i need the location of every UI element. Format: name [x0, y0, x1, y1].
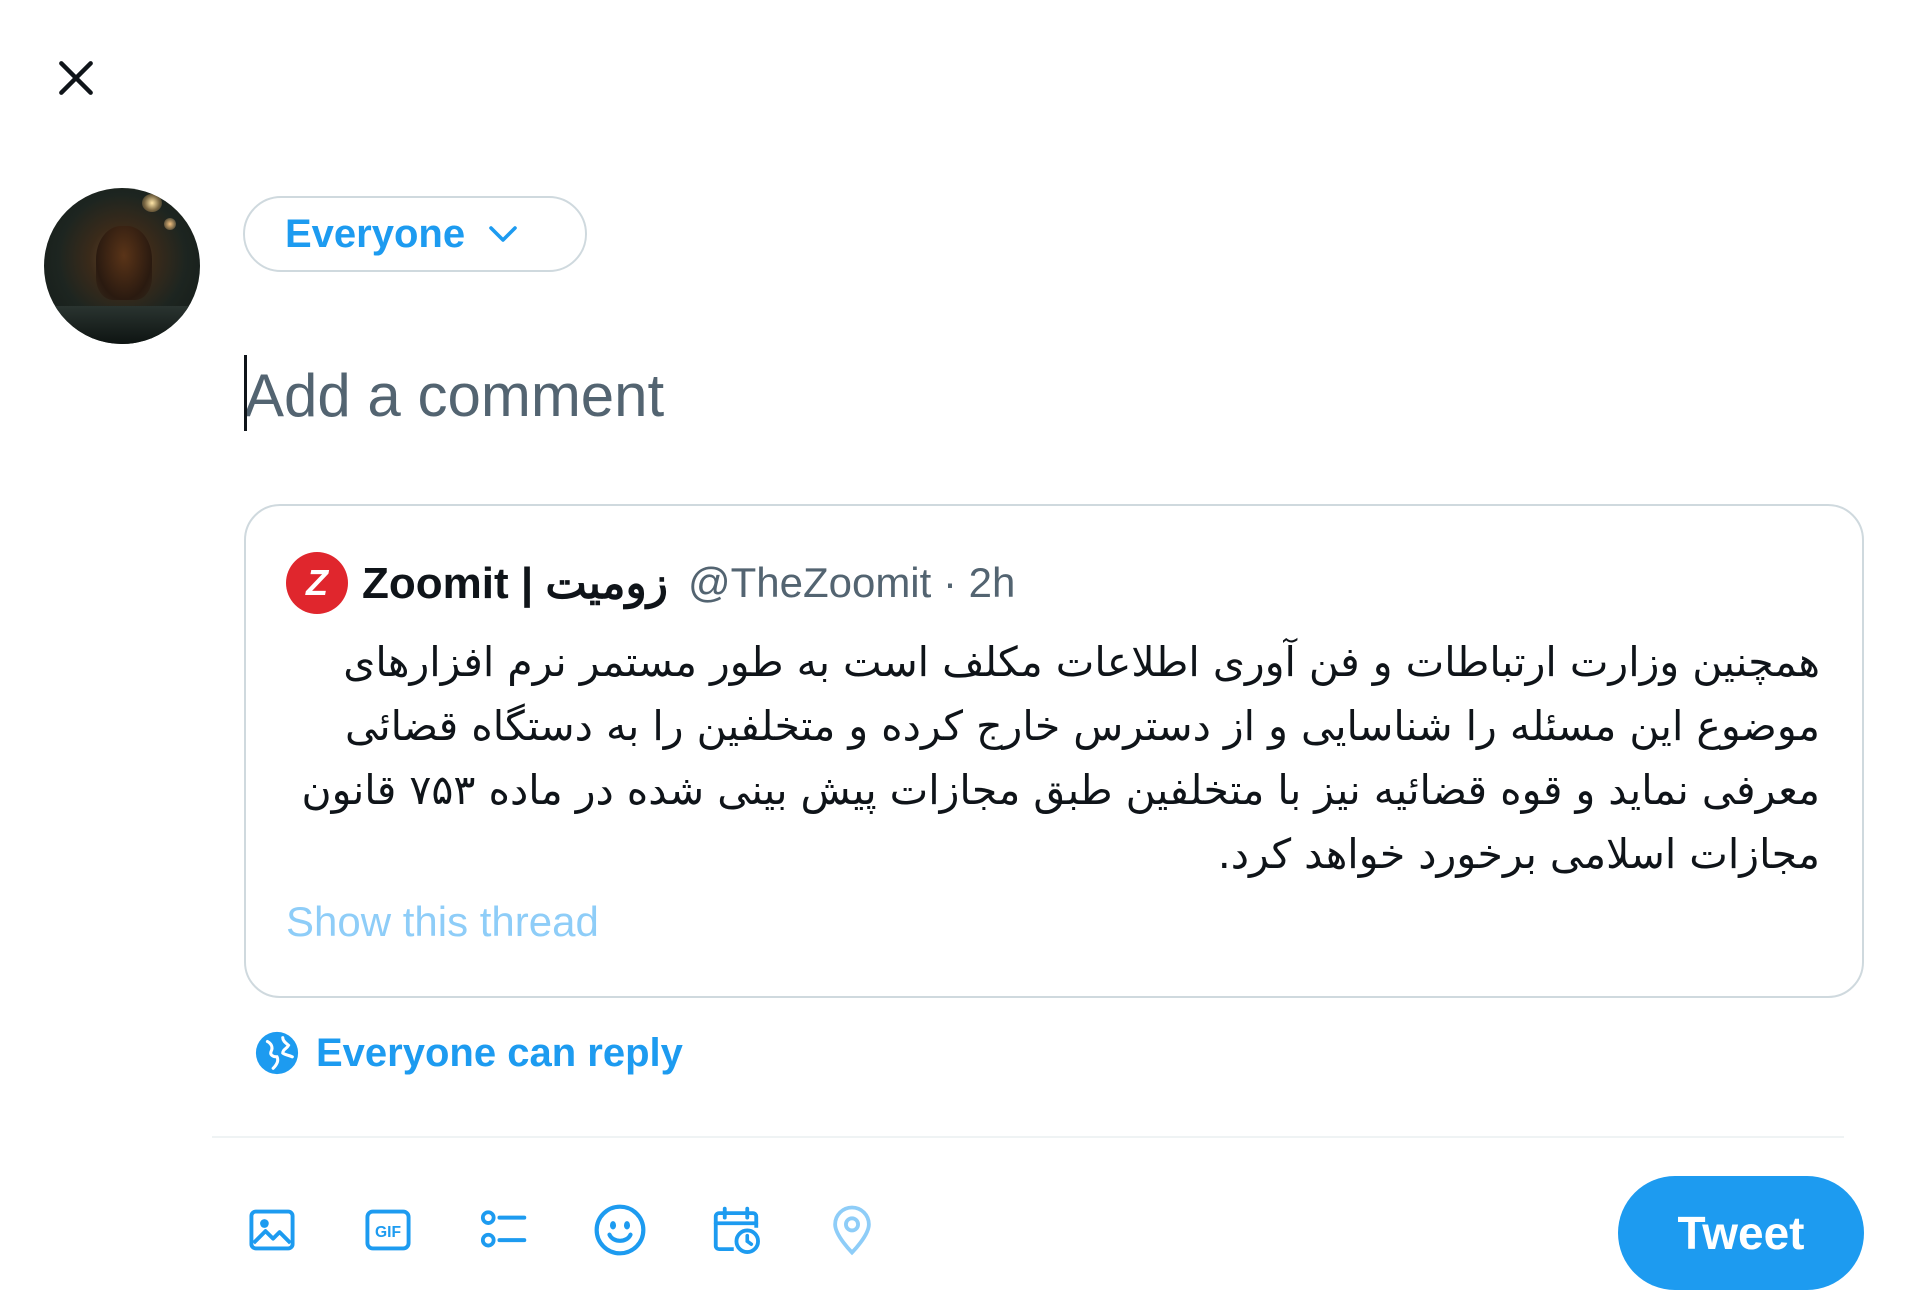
reply-setting-button[interactable]: Everyone can reply — [254, 1030, 683, 1076]
globe-icon — [255, 1031, 299, 1075]
poll-button[interactable] — [476, 1202, 532, 1258]
divider — [212, 1136, 1844, 1138]
zoomit-logo: Z — [286, 552, 348, 614]
location-icon — [833, 1205, 871, 1256]
composer-toolbar: GIF — [244, 1202, 880, 1258]
close-icon — [59, 61, 93, 95]
audience-button[interactable]: Everyone — [243, 196, 587, 272]
quoted-tweet-header: Z Zoomit | زومیت @TheZoomit · 2h — [286, 548, 1015, 618]
quoted-tweet-text: همچنین وزارت ارتباطات و فن آوری اطلاعات … — [301, 638, 1820, 878]
quoted-tweet[interactable]: Z Zoomit | زومیت @TheZoomit · 2h همچنین … — [244, 504, 1864, 998]
media-button[interactable] — [244, 1202, 300, 1258]
audience-label: Everyone — [285, 211, 466, 256]
location-button[interactable] — [824, 1202, 880, 1258]
poll-icon — [480, 1210, 527, 1248]
gif-icon: GIF — [365, 1209, 411, 1251]
schedule-icon — [713, 1206, 760, 1254]
emoji-icon — [594, 1204, 646, 1256]
close-button[interactable] — [44, 46, 108, 110]
quoted-author-handle-time: @TheZoomit · 2h — [687, 559, 1016, 606]
tweet-button[interactable]: Tweet — [1618, 1176, 1864, 1290]
quoted-author-name: Zoomit | زومیت — [362, 558, 668, 608]
svg-text:GIF: GIF — [375, 1224, 401, 1241]
image-icon — [249, 1209, 295, 1251]
text-caret — [244, 355, 247, 431]
schedule-button[interactable] — [708, 1202, 764, 1258]
avatar[interactable] — [44, 188, 200, 344]
gif-button[interactable]: GIF — [360, 1202, 416, 1258]
emoji-button[interactable] — [592, 1202, 648, 1258]
show-thread-link[interactable]: Show this thread — [286, 898, 599, 946]
reply-setting-label: Everyone can reply — [316, 1030, 683, 1075]
comment-input[interactable] — [244, 350, 1864, 440]
chevron-down-icon — [489, 226, 517, 242]
